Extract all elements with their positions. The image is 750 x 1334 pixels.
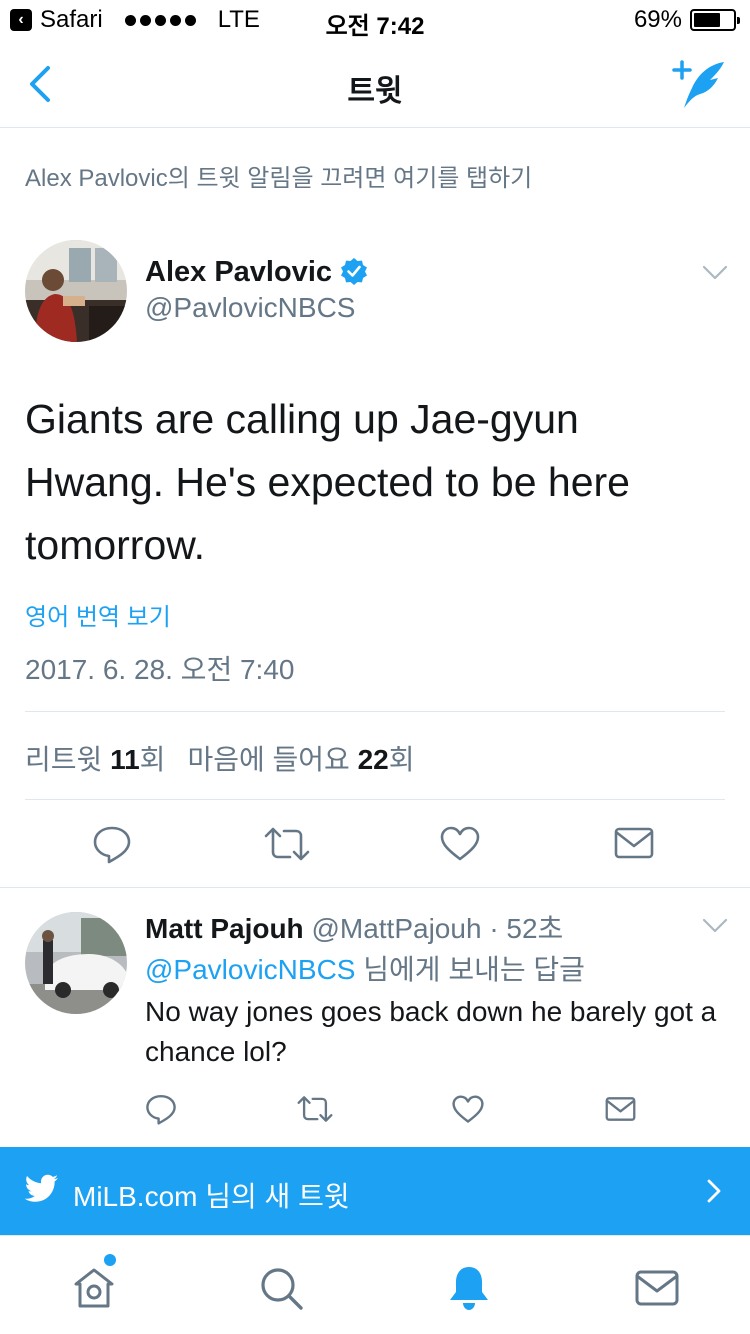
bell-icon[interactable]	[445, 1264, 493, 1312]
compose-tweet-icon[interactable]	[672, 58, 728, 110]
reply-author-name[interactable]: Matt Pajouh	[145, 913, 304, 944]
banner-label: MiLB.com 님의 새 트윗	[73, 1181, 350, 1212]
reply-author-handle[interactable]: @MattPajouh	[311, 913, 481, 944]
mail-icon[interactable]	[633, 1264, 681, 1312]
search-icon[interactable]	[257, 1264, 305, 1312]
twitter-bird-icon	[24, 1174, 58, 1202]
direct-message-icon[interactable]	[605, 1096, 636, 1122]
tweet-timestamp: 2017. 6. 28. 오전 7:40	[25, 654, 295, 685]
home-notification-dot	[104, 1254, 116, 1266]
battery-percent: 69%	[633, 6, 682, 33]
battery-indicator: 69%	[633, 6, 740, 34]
page-title: 트윗	[347, 75, 403, 108]
new-tweets-banner[interactable]: MiLB.com 님의 새 트윗	[0, 1147, 750, 1235]
reply-icon[interactable]	[92, 824, 132, 864]
reply-header: Matt Pajouh @MattPajouh · 52초	[145, 907, 563, 947]
verified-badge-icon	[341, 258, 367, 285]
translate-link[interactable]: 영어 번역 보기	[25, 597, 171, 632]
tweet-text: Giants are calling up Jae-gyun Hwang. He…	[25, 396, 630, 568]
likes-stat[interactable]: 마음에 들어요 22회	[187, 738, 414, 778]
chevron-right-icon	[707, 1179, 721, 1203]
like-heart-icon[interactable]	[440, 826, 480, 862]
likes-count: 22	[357, 744, 389, 775]
reply-author-avatar[interactable]	[25, 912, 127, 1014]
like-heart-icon[interactable]	[452, 1095, 484, 1124]
retweet-icon[interactable]	[264, 826, 310, 862]
chevron-down-icon[interactable]	[702, 918, 728, 934]
direct-message-icon[interactable]	[614, 826, 654, 860]
divider	[0, 887, 750, 888]
battery-icon	[690, 9, 740, 31]
retweet-icon[interactable]	[297, 1095, 333, 1123]
author-name[interactable]: Alex Pavlovic	[145, 256, 332, 289]
replying-to-line: @PavlovicNBCS 님에게 보내는 답글	[145, 954, 585, 985]
divider	[25, 799, 725, 800]
reply-text: No way jones goes back down he barely go…	[145, 996, 717, 1067]
status-bar: ‹ Safari LTE 오전 7:42 69%	[0, 0, 750, 40]
reply-mention-link[interactable]: @PavlovicNBCS	[145, 954, 355, 985]
reply-icon[interactable]	[145, 1093, 177, 1125]
author-avatar[interactable]	[25, 240, 127, 342]
reply-time: · 52초	[489, 913, 564, 944]
retweets-stat[interactable]: 리트윗 11회	[25, 738, 165, 778]
notification-toggle-link[interactable]: Alex Pavlovic의 트윗 알림을 끄려면 여기를 탭하기	[25, 158, 532, 193]
chevron-down-icon[interactable]	[702, 265, 728, 281]
nav-bar: 트윗	[0, 40, 750, 128]
author-handle[interactable]: @PavlovicNBCS	[145, 292, 355, 324]
tab-bar	[0, 1235, 750, 1334]
tweet-stats: 리트윗 11회 마음에 들어요 22회	[25, 738, 414, 778]
divider	[25, 711, 725, 712]
retweets-count: 11	[110, 744, 140, 775]
home-icon[interactable]	[70, 1264, 118, 1312]
